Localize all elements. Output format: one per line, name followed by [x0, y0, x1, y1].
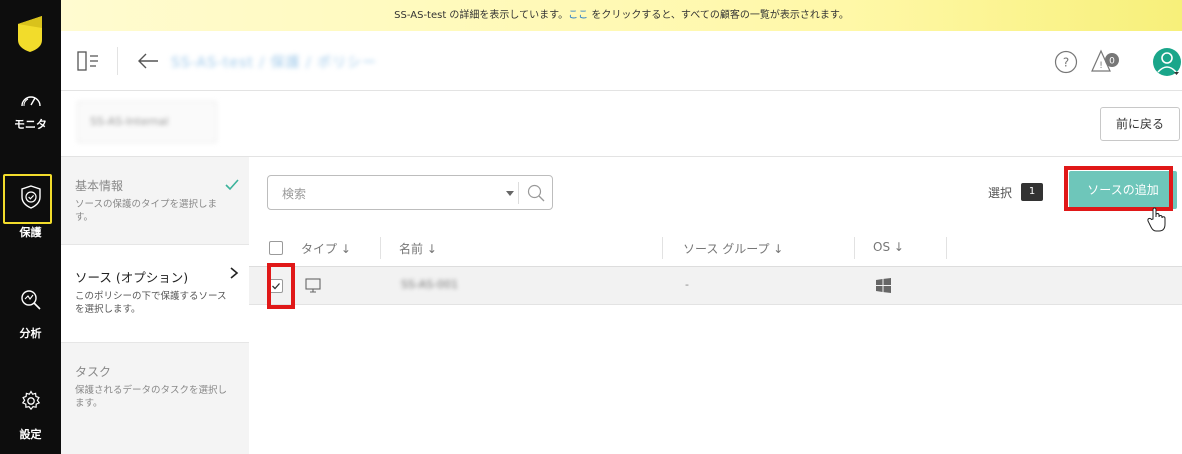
- row-name[interactable]: SS-AS-001: [401, 278, 458, 291]
- rail-label-monitor: モニタ: [14, 118, 47, 131]
- rail-item-protect[interactable]: 保護: [0, 174, 61, 240]
- banner-link[interactable]: ここ: [568, 10, 588, 21]
- search-divider: [518, 182, 519, 204]
- gauge-icon: [20, 96, 41, 107]
- rail-item-settings[interactable]: 設定: [0, 390, 61, 442]
- back-arrow-icon[interactable]: [137, 51, 159, 71]
- column-divider: [380, 237, 381, 259]
- environment-chip: SS-AS-Internal: [77, 101, 217, 143]
- rail-item-analyze[interactable]: 分析: [0, 289, 61, 341]
- rail-label-protect: 保護: [19, 226, 42, 239]
- previous-button[interactable]: 前に戻る: [1100, 107, 1180, 141]
- step-basic-info[interactable]: 基本情報 ソースの保護のタイプを選択します。: [61, 157, 249, 245]
- checkmark-icon: [225, 179, 239, 191]
- column-header-os[interactable]: OS ↓: [873, 240, 904, 254]
- gear-icon: [21, 390, 40, 411]
- caret-down-icon[interactable]: [506, 191, 514, 196]
- avatar[interactable]: [1152, 47, 1182, 77]
- column-divider: [854, 237, 855, 259]
- customer-context-banner: SS-AS-test の詳細を表示しています。ここ をクリックすると、すべての顧…: [61, 0, 1182, 31]
- step-tasks[interactable]: タスク 保護されるデータのタスクを選択します。: [61, 343, 249, 454]
- table-row[interactable]: SS-AS-001 -: [249, 263, 1182, 309]
- svg-text:?: ?: [1063, 56, 1069, 70]
- left-rail: モニタ 保護 分析 設定: [0, 0, 61, 454]
- search-box[interactable]: 検索: [267, 175, 553, 210]
- column-header-name[interactable]: 名前 ↓: [399, 240, 437, 257]
- step-desc: このポリシーの下で保護するソースを選択します。: [75, 291, 227, 315]
- step-desc: ソースの保護のタイプを選択します。: [75, 199, 218, 223]
- rail-label-analyze: 分析: [19, 327, 42, 340]
- banner-suffix: をクリックすると、すべての顧客の一覧が表示されます。: [588, 10, 849, 21]
- selected-label: 選択: [988, 186, 1013, 200]
- analytics-icon: [20, 290, 41, 310]
- shield-check-icon: [20, 185, 41, 209]
- add-source-button[interactable]: ソースの追加: [1069, 171, 1177, 209]
- alert-count: 0: [1109, 57, 1115, 67]
- column-header-source-group[interactable]: ソース グループ ↓: [683, 240, 783, 257]
- table-header: タイプ ↓ 名前 ↓ ソース グループ ↓ OS ↓: [249, 229, 1182, 267]
- app-root: モニタ 保護 分析 設定 SS-AS-test の詳細を表示しています。ここ を…: [0, 0, 1182, 454]
- main-content: 検索 選択 1 ソースの追加 タイプ ↓ 名前 ↓ ソース グループ ↓ OS …: [249, 157, 1182, 454]
- row-group: -: [685, 278, 689, 291]
- rail-item-monitor[interactable]: モニタ: [0, 92, 61, 132]
- chevron-right-icon: [230, 267, 239, 279]
- step-title: ソース (オプション): [75, 270, 189, 285]
- search-input[interactable]: 検索: [282, 185, 306, 202]
- header-divider: [117, 47, 118, 75]
- column-header-type[interactable]: タイプ ↓: [301, 240, 351, 257]
- sub-header: SS-AS-Internal 前に戻る: [61, 91, 1182, 157]
- svg-text:!: !: [1099, 61, 1103, 71]
- step-title: タスク: [75, 365, 112, 379]
- breadcrumb[interactable]: SS-AS-test / 保護 / ポリシー: [171, 52, 377, 72]
- rail-label-settings: 設定: [19, 428, 42, 441]
- sidepanel-toggle-icon[interactable]: [77, 51, 99, 71]
- page-header: SS-AS-test / 保護 / ポリシー ? ! 0: [61, 31, 1182, 91]
- step-desc: 保護されるデータのタスクを選択します。: [75, 385, 228, 409]
- step-title: 基本情報: [75, 179, 124, 193]
- checkmark-icon: [272, 283, 280, 290]
- row-checkbox[interactable]: [269, 279, 283, 293]
- wizard-steps: 基本情報 ソースの保護のタイプを選択します。 ソース (オプション) このポリシ…: [61, 157, 249, 454]
- windows-icon: [876, 278, 891, 293]
- column-divider: [662, 237, 663, 259]
- selected-count-badge: 1: [1021, 183, 1043, 201]
- banner-prefix: SS-AS-test の詳細を表示しています。: [394, 10, 569, 21]
- column-divider: [946, 237, 947, 259]
- step-sources[interactable]: ソース (オプション) このポリシーの下で保護するソースを選択します。: [61, 245, 249, 343]
- help-icon[interactable]: ?: [1054, 50, 1078, 74]
- sources-table: タイプ ↓ 名前 ↓ ソース グループ ↓ OS ↓ SS-AS-001 -: [249, 229, 1182, 309]
- search-icon[interactable]: [526, 183, 546, 203]
- monitor-icon: [305, 278, 321, 293]
- select-all-checkbox[interactable]: [269, 241, 283, 255]
- alert-icon[interactable]: ! 0: [1091, 49, 1121, 75]
- logo-icon[interactable]: [14, 14, 46, 54]
